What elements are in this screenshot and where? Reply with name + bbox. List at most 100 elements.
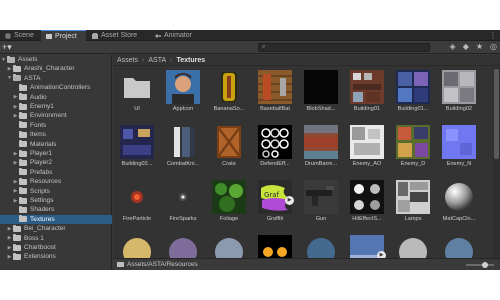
breadcrumb-current[interactable]: Textures	[176, 57, 205, 64]
asset-item[interactable]: HitEffectS...	[345, 178, 387, 230]
collapse-arrow-icon[interactable]: ▶	[12, 160, 19, 166]
favorite-icon[interactable]: ★	[476, 42, 483, 51]
tree-item[interactable]: ▶ Boss 1	[0, 234, 112, 243]
asset-thumbnail	[120, 70, 154, 104]
asset-item[interactable]: BaseballBat	[253, 68, 295, 120]
tree-item[interactable]: Shaders	[0, 205, 112, 214]
collapse-arrow-icon[interactable]: ▶	[12, 94, 19, 100]
asset-item[interactable]: Enemy_D	[391, 123, 433, 175]
asset-item[interactable]: Building02	[437, 68, 479, 120]
tree-item[interactable]: Textures	[0, 214, 112, 224]
asset-item[interactable]	[391, 233, 433, 260]
collapse-arrow-icon[interactable]: ▶	[6, 235, 13, 241]
scrollbar-thumb[interactable]	[494, 69, 499, 159]
tree-item[interactable]: ▶ Arashi_Character	[0, 64, 112, 73]
asset-item[interactable]	[115, 233, 157, 260]
asset-item[interactable]: Building02...	[115, 123, 157, 175]
asset-label: Enemy_N	[446, 161, 472, 167]
tree-item[interactable]: ▶ Resources	[0, 177, 112, 186]
collapse-arrow-icon[interactable]: ▶	[12, 113, 19, 119]
asset-item[interactable]: BlobShad...	[299, 68, 341, 120]
expand-subassets-icon[interactable]: ▶	[285, 196, 294, 205]
tree-item[interactable]: Prefabs	[0, 168, 112, 177]
collapse-arrow-icon[interactable]: ▶	[12, 198, 19, 204]
tab-asset-store[interactable]: Asset Store	[87, 30, 149, 41]
asset-thumbnail	[258, 125, 292, 159]
tree-item[interactable]: ▼ Assets	[0, 55, 112, 64]
tree-item[interactable]: ▶ Bei_Character	[0, 224, 112, 233]
asset-item[interactable]: FireSparks	[161, 178, 203, 230]
expand-arrow-icon[interactable]: ▼	[6, 75, 13, 81]
tree-item[interactable]: Fonts	[0, 121, 112, 130]
tree-item-label: Fonts	[30, 121, 47, 129]
tab-project[interactable]: Project	[41, 30, 86, 41]
collapse-arrow-icon[interactable]: ▶	[6, 254, 13, 260]
asset-item[interactable]	[299, 233, 341, 260]
asset-item[interactable]: Gun	[299, 178, 341, 230]
asset-item[interactable]: Foliage	[207, 178, 249, 230]
tree-item[interactable]: ▶ Scripts	[0, 187, 112, 196]
slider-knob[interactable]	[482, 262, 488, 268]
collapse-arrow-icon[interactable]: ▶	[12, 188, 19, 194]
search-input[interactable]: ⌕	[258, 43, 430, 52]
tree-item[interactable]: ▼ ASTA	[0, 74, 112, 83]
add-button[interactable]: +▾	[2, 42, 18, 52]
asset-item[interactable]: ▶	[345, 233, 387, 260]
asset-item[interactable]: AppIcon	[161, 68, 203, 120]
asset-item[interactable]	[437, 233, 479, 260]
collapse-arrow-icon[interactable]: ▶	[12, 104, 19, 110]
collapse-arrow-icon[interactable]: ▶	[6, 226, 13, 232]
tab-scene[interactable]: Scene	[0, 30, 40, 41]
tab-animator[interactable]: Animator	[150, 30, 200, 41]
tree-item[interactable]: ▶ Extensions	[0, 252, 112, 261]
tree-item-label: Settings	[30, 197, 54, 204]
asset-item[interactable]: Crate	[207, 123, 249, 175]
expand-arrow-icon[interactable]: ▼	[0, 57, 7, 63]
filter-type-icon[interactable]: ◈	[450, 42, 456, 51]
folder-icon	[19, 140, 27, 148]
breadcrumb-item[interactable]: Assets	[117, 57, 138, 64]
asset-item[interactable]: DefendEff...	[253, 123, 295, 175]
tree-item[interactable]: ▶ Enemy1	[0, 102, 112, 111]
breadcrumb-item[interactable]: ASTA	[148, 57, 166, 64]
grid-scrollbar[interactable]	[493, 67, 500, 259]
chevron-right-icon: ›	[170, 56, 173, 64]
asset-grid: UI AppIcon BananaSo... BaseballBat BlobShad.…	[113, 68, 493, 260]
tree-item[interactable]: ▶ Audio	[0, 93, 112, 102]
folder-icon	[7, 55, 15, 63]
tree-item[interactable]: Items	[0, 130, 112, 139]
asset-item[interactable]	[253, 233, 295, 260]
tree-item[interactable]: ▶ Chartboost	[0, 243, 112, 252]
asset-item[interactable]	[207, 233, 249, 260]
asset-item[interactable]: Enemy_AO	[345, 123, 387, 175]
asset-item[interactable]: CombatKni...	[161, 123, 203, 175]
tree-item[interactable]: ▶ Player2	[0, 158, 112, 167]
collapse-arrow-icon[interactable]: ▶	[12, 151, 19, 157]
asset-item[interactable]: DrumBarre...	[299, 123, 341, 175]
thumbnail-size-slider[interactable]	[466, 262, 494, 268]
collapse-arrow-icon[interactable]: ▶	[6, 66, 13, 72]
folder-icon	[13, 243, 21, 251]
asset-item[interactable]: Building01...	[391, 68, 433, 120]
label-icon[interactable]: ◆	[463, 42, 469, 51]
asset-item[interactable]: BananaSo...	[207, 68, 249, 120]
collapse-arrow-icon[interactable]: ▶	[6, 245, 13, 251]
asset-item[interactable]: Graf ▶ Graffiti	[253, 178, 295, 230]
asset-item[interactable]	[161, 233, 203, 260]
collapse-arrow-icon[interactable]: ▶	[12, 179, 19, 185]
tab-menu-icon[interactable]: ⋮	[489, 31, 497, 40]
tree-item[interactable]: AnimationControllers	[0, 83, 112, 92]
tree-item[interactable]: Materials	[0, 140, 112, 149]
tree-item[interactable]: ▶ Environment	[0, 111, 112, 120]
asset-item[interactable]: Building01	[345, 68, 387, 120]
asset-item[interactable]: UI	[115, 68, 157, 120]
tree-item[interactable]: ▶ Settings	[0, 196, 112, 205]
tree-item-label: Assets	[18, 56, 38, 63]
asset-item[interactable]: Enemy_N	[437, 123, 479, 175]
tree-item[interactable]: ▶ Player1	[0, 149, 112, 158]
asset-thumbnail	[442, 180, 476, 214]
visibility-count-icon[interactable]: ◎	[490, 42, 497, 51]
asset-item[interactable]: MatCapClo...	[437, 178, 479, 230]
asset-item[interactable]: FireParticle	[115, 178, 157, 230]
asset-item[interactable]: Lamps	[391, 178, 433, 230]
